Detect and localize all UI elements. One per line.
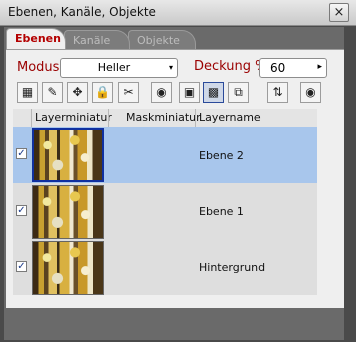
chevron-right-icon: ▸: [317, 62, 322, 72]
panel-footer: [6, 296, 344, 307]
layer-name[interactable]: Ebene 2: [199, 149, 244, 162]
tab-ebenen[interactable]: Ebenen: [6, 28, 66, 49]
window-title: Ebenen, Kanäle, Objekte: [8, 5, 156, 19]
tab-kanaele[interactable]: Kanäle: [64, 30, 130, 49]
opacity-value: 60: [270, 61, 286, 75]
column-divider[interactable]: [31, 109, 32, 127]
close-button[interactable]: ×: [329, 3, 349, 22]
column-divider[interactable]: [108, 109, 109, 127]
title-bar: Ebenen, Kanäle, Objekte ×: [0, 0, 356, 26]
mask-link-icon[interactable]: ⧉: [228, 82, 249, 103]
header-layerminiatur[interactable]: Layerminiatur: [35, 111, 112, 124]
pattern-icon[interactable]: ▦: [17, 82, 38, 103]
chevron-down-icon: ▾: [168, 63, 173, 72]
layer-row-ebene-1[interactable]: ✓ Ebene 1: [13, 183, 317, 239]
visibility-checkbox[interactable]: ✓: [16, 205, 27, 216]
layer-mask-icon[interactable]: ▩: [203, 82, 224, 103]
layer-row-ebene-2[interactable]: ✓ Ebene 2: [13, 127, 317, 183]
move-icon[interactable]: ✥: [67, 82, 88, 103]
layers-table: Layerminiatur Maskminiatur Layername ✓ E…: [13, 109, 317, 295]
layer-thumbnail[interactable]: [32, 241, 104, 295]
edit-icon[interactable]: ✎: [42, 82, 63, 103]
lock-icon[interactable]: 🔒: [92, 82, 113, 103]
header-maskminiatur[interactable]: Maskminiatur: [126, 111, 201, 124]
blend-mode-value: Heller: [97, 61, 131, 74]
tab-row: Objekte Kanäle Ebenen: [4, 27, 344, 49]
visibility-checkbox[interactable]: ✓: [16, 261, 27, 272]
swap-icon[interactable]: ⇅: [267, 82, 288, 103]
layer-thumbnail[interactable]: [32, 128, 104, 182]
visibility-checkbox[interactable]: ✓: [16, 148, 27, 159]
opacity-input[interactable]: 60 ▸: [259, 58, 327, 78]
scissors-icon[interactable]: ✂: [118, 82, 139, 103]
eye-icon[interactable]: ◉: [151, 82, 172, 103]
layer-name[interactable]: Hintergrund: [199, 261, 265, 274]
layer-name[interactable]: Ebene 1: [199, 205, 244, 218]
tab-objekte[interactable]: Objekte: [128, 30, 196, 49]
header-layername[interactable]: Layername: [199, 111, 261, 124]
blend-mode-dropdown[interactable]: Heller ▾: [60, 58, 178, 78]
eye-visibility-icon[interactable]: ◉: [300, 82, 321, 103]
layer-thumbnail[interactable]: [32, 185, 104, 239]
table-header: Layerminiatur Maskminiatur Layername: [13, 109, 317, 128]
column-divider[interactable]: [195, 109, 196, 127]
opacity-label: Deckung %: [194, 59, 268, 74]
layer-row-hintergrund[interactable]: ✓ Hintergrund: [13, 239, 317, 295]
mode-label: Modus: [17, 60, 60, 75]
layer-image-icon[interactable]: ▣: [179, 82, 200, 103]
